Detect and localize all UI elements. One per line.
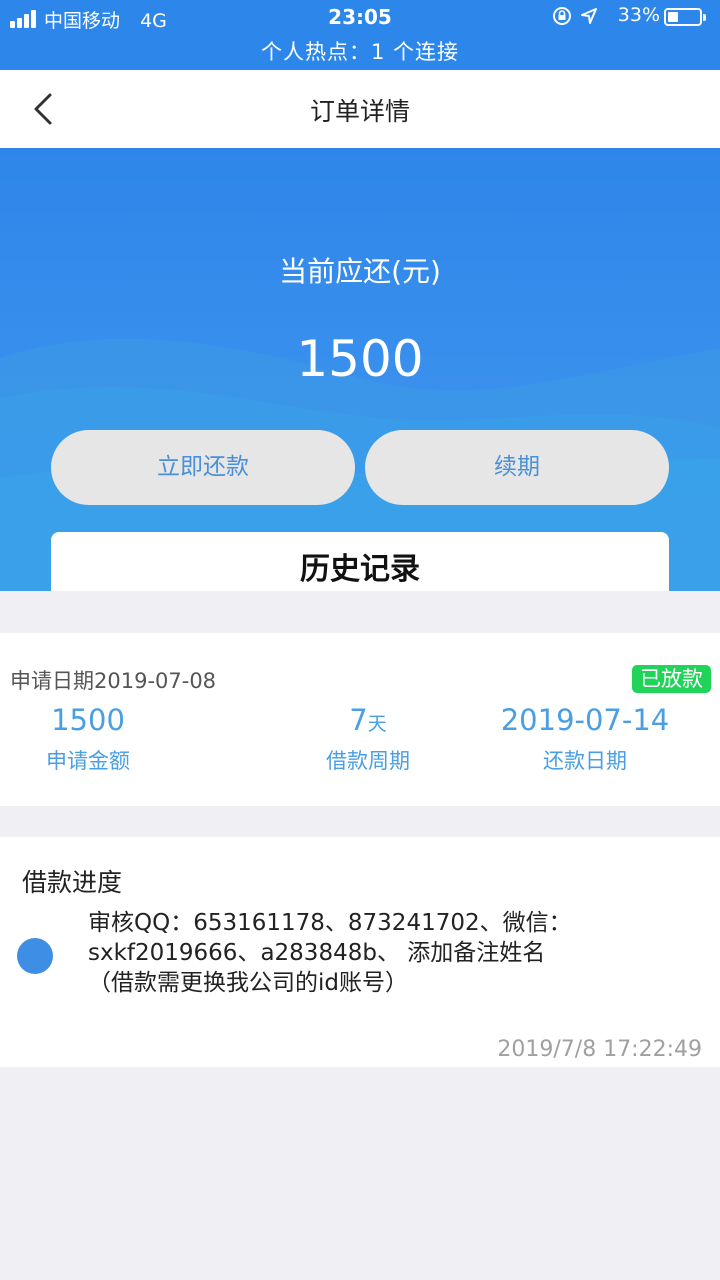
apply-date: 申请日期2019-07-08 [10, 669, 217, 693]
loan-progress-card: 借款进度 审核QQ：653161178、873241702、微信： sxkf20… [0, 837, 720, 1067]
location-icon [581, 8, 597, 24]
due-date-stat: 2019-07-14 还款日期 [480, 703, 690, 775]
progress-title: 借款进度 [22, 868, 123, 897]
loan-period-value: 7天 [288, 703, 448, 737]
progress-line-2: sxkf2019666、a283848b、 添加备注姓名 [88, 940, 546, 966]
renew-button[interactable]: 续期 [365, 430, 669, 505]
history-button[interactable]: 历史记录 [51, 532, 669, 591]
loan-period-number: 7 [349, 703, 368, 737]
progress-line-3: （借款需更换我公司的id账号） [88, 970, 408, 996]
nav-bar: 订单详情 [0, 70, 720, 148]
status-bar: 中国移动 4G 23:05 33% 个人热点：1 个连接 [0, 0, 720, 70]
loan-period-unit: 天 [367, 713, 387, 735]
status-row: 中国移动 4G 23:05 33% [0, 4, 720, 34]
status-badge: 已放款 [632, 665, 711, 693]
page-title: 订单详情 [309, 97, 410, 126]
battery-nub [703, 14, 706, 21]
repay-now-button[interactable]: 立即还款 [51, 430, 355, 505]
progress-message: 审核QQ：653161178、873241702、微信： sxkf2019666… [88, 908, 688, 998]
loan-amount-value: 1500 [51, 703, 125, 737]
progress-dot-icon [17, 938, 53, 974]
progress-line-1: 审核QQ：653161178、873241702、微信： [88, 910, 572, 936]
battery-icon [664, 8, 706, 26]
amount-due-label: 当前应还(元) [279, 255, 441, 288]
battery-fill [668, 12, 678, 22]
battery-percent: 33% [617, 4, 660, 26]
amount-due-value: 1500 [296, 330, 424, 388]
back-chevron-icon[interactable] [24, 88, 66, 130]
loan-period-stat: 7天 借款周期 [288, 703, 448, 775]
amount-due-panel: 当前应还(元) 1500 立即还款 续期 历史记录 [0, 148, 720, 591]
progress-timestamp: 2019/7/8 17:22:49 [497, 1037, 702, 1062]
due-date-value: 2019-07-14 [500, 703, 670, 737]
clock: 23:05 [328, 5, 392, 29]
rotation-lock-icon [553, 7, 571, 25]
loan-amount-label: 申请金额 [46, 749, 130, 773]
loan-summary-card: 申请日期2019-07-08 已放款 1500 申请金额 7天 借款周期 201… [0, 633, 720, 806]
loan-period-label: 借款周期 [326, 749, 410, 773]
hotspot-status[interactable]: 个人热点：1 个连接 [0, 36, 720, 66]
loan-amount-stat: 1500 申请金额 [8, 703, 168, 775]
due-date-label: 还款日期 [543, 749, 627, 773]
